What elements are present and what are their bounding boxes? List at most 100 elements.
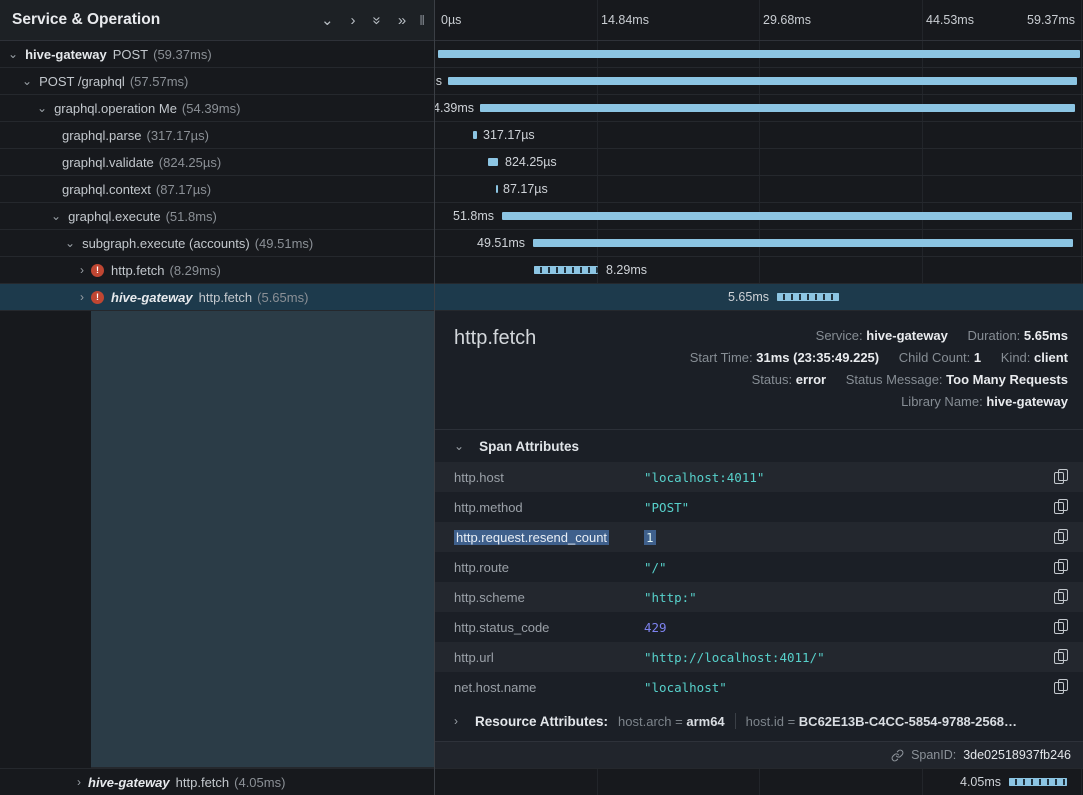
collapse-icon[interactable]: ⌄ — [321, 13, 334, 28]
attribute-key: http.scheme — [454, 590, 644, 605]
tree-row-graphql-validate[interactable]: graphql.validate (824.25µs) — [0, 149, 434, 176]
timeline-row[interactable]: 824.25µs — [435, 149, 1083, 176]
copy-icon[interactable] — [1054, 469, 1069, 485]
selected-span-expansion-area — [91, 311, 434, 768]
timeline-row[interactable]: 54.39ms — [435, 95, 1083, 122]
tree-row-hive-gateway-post[interactable]: ⌄ hive-gateway POST (59.37ms) — [0, 41, 434, 68]
tree-row-graphql-parse[interactable]: graphql.parse (317.17µs) — [0, 122, 434, 149]
span-bar[interactable] — [488, 158, 498, 166]
span-duration-label: 5.65ms — [728, 290, 769, 304]
copy-icon[interactable] — [1054, 589, 1069, 605]
attribute-row: http.route "/" — [435, 552, 1083, 582]
operation-name: graphql.context — [62, 182, 151, 197]
chevron-down-icon: ⌄ — [454, 439, 464, 453]
span-duration: (5.65ms) — [257, 290, 308, 305]
attribute-row: http.scheme "http:" — [435, 582, 1083, 612]
operation-name: subgraph.execute (accounts) — [82, 236, 250, 251]
timeline-row[interactable]: 87.17µs — [435, 176, 1083, 203]
tree-row-subgraph-execute[interactable]: ⌄ subgraph.execute (accounts) (49.51ms) — [0, 230, 434, 257]
attribute-value: "http://localhost:4011/" — [644, 650, 1044, 665]
chevron-down-icon[interactable]: ⌄ — [37, 101, 47, 115]
timeline-row[interactable]: 4.05ms — [435, 768, 1083, 795]
attribute-value: 1 — [644, 530, 1044, 545]
chevron-down-icon[interactable]: ⌄ — [65, 236, 75, 250]
resource-preview-2: host.id = BC62E13B-C4CC-5854-9788-2568… — [746, 714, 1017, 729]
meta-key: Kind: — [1001, 350, 1031, 365]
meta-key: Start Time: — [690, 350, 753, 365]
span-bar[interactable] — [438, 50, 1080, 58]
span-bar[interactable] — [448, 77, 1077, 85]
collapse-all-icon[interactable]: » — [398, 13, 406, 28]
operation-name: graphql.execute — [68, 209, 161, 224]
timeline-row[interactable]: 317.17µs — [435, 122, 1083, 149]
copy-icon[interactable] — [1054, 499, 1069, 515]
copy-icon[interactable] — [1054, 649, 1069, 665]
copy-icon[interactable] — [1054, 619, 1069, 635]
service-name: hive-gateway — [25, 47, 107, 62]
timeline-row[interactable]: 8.29ms — [435, 257, 1083, 284]
span-duration: (51.8ms) — [166, 209, 217, 224]
span-attributes-toggle[interactable]: ⌄ Span Attributes — [435, 429, 1083, 462]
attribute-value: "POST" — [644, 500, 1044, 515]
resource-preview-1: host.arch = arm64 — [618, 714, 725, 729]
copy-icon[interactable] — [1054, 679, 1069, 695]
tree-row-http-fetch-5ms-selected[interactable]: › ! hive-gateway http.fetch (5.65ms) — [0, 284, 434, 311]
meta-key: Service: — [816, 328, 863, 343]
ruler-tick: 29.68ms — [763, 13, 811, 27]
timeline-row[interactable]: 51.8ms — [435, 203, 1083, 230]
meta-value: hive-gateway — [986, 394, 1068, 409]
span-bar[interactable] — [533, 239, 1073, 247]
resource-value: arm64 — [686, 714, 724, 729]
meta-line: Status: error Status Message: Too Many R… — [690, 369, 1068, 391]
span-bar[interactable] — [480, 104, 1075, 112]
tree-row-http-fetch-4ms[interactable]: › hive-gateway http.fetch (4.05ms) — [0, 768, 434, 795]
detail-header: http.fetch Service: hive-gateway Duratio… — [435, 311, 1083, 429]
selected-text: 1 — [644, 530, 656, 545]
copy-icon[interactable] — [1054, 559, 1069, 575]
timeline-row-selected[interactable]: 5.65ms — [435, 284, 1083, 311]
span-bar[interactable] — [496, 185, 498, 193]
chevron-right-icon: › — [454, 714, 458, 728]
timeline-row[interactable]: 49.51ms — [435, 230, 1083, 257]
span-bar[interactable] — [473, 131, 477, 139]
tree-row-graphql-execute[interactable]: ⌄ graphql.execute (51.8ms) — [0, 203, 434, 230]
span-duration-label: 54.39ms — [435, 101, 474, 115]
span-bar-error[interactable] — [777, 293, 839, 301]
resource-attributes-toggle[interactable]: › Resource Attributes: host.arch = arm64… — [435, 702, 1083, 740]
timeline-row[interactable] — [435, 41, 1083, 68]
span-title: http.fetch — [454, 327, 536, 350]
meta-key: Child Count: — [899, 350, 971, 365]
span-id-value: 3de02518937fb246 — [963, 748, 1071, 762]
chevron-right-icon[interactable]: › — [80, 290, 84, 304]
tree-row-graphql-context[interactable]: graphql.context (87.17µs) — [0, 176, 434, 203]
chevron-right-icon[interactable]: › — [80, 263, 84, 277]
span-bar[interactable] — [502, 212, 1072, 220]
span-duration-label: 51.8ms — [453, 209, 494, 223]
copy-icon[interactable] — [1054, 529, 1069, 545]
chevron-down-icon[interactable]: ⌄ — [51, 209, 61, 223]
meta-line: Start Time: 31ms (23:35:49.225) Child Co… — [690, 347, 1068, 369]
resource-key: host.id = — [746, 714, 796, 729]
span-bar-error[interactable] — [534, 266, 598, 274]
tree-row-graphql-operation[interactable]: ⌄ graphql.operation Me (54.39ms) — [0, 95, 434, 122]
timeline-ruler: 0µs 14.84ms 29.68ms 44.53ms 59.37ms — [435, 0, 1083, 41]
expand-all-icon[interactable]: » — [369, 16, 384, 24]
attribute-value: "http:" — [644, 590, 1044, 605]
chevron-down-icon[interactable]: ⌄ — [22, 74, 32, 88]
attribute-value: 429 — [644, 620, 1044, 635]
link-icon[interactable] — [891, 749, 904, 762]
attribute-value: "localhost:4011" — [644, 470, 1044, 485]
tree-row-post-graphql[interactable]: ⌄ POST /graphql (57.57ms) — [0, 68, 434, 95]
separator — [735, 713, 736, 729]
detail-footer: SpanID: 3de02518937fb246 — [435, 741, 1083, 768]
chevron-right-icon[interactable]: › — [77, 775, 81, 789]
attribute-key: http.route — [454, 560, 644, 575]
expand-icon[interactable]: › — [351, 13, 356, 28]
chevron-down-icon[interactable]: ⌄ — [8, 47, 18, 61]
panel-resize-handle[interactable]: ‖ — [419, 12, 426, 28]
span-bar-error[interactable] — [1009, 778, 1067, 786]
tree-row-http-fetch-8ms[interactable]: › ! http.fetch (8.29ms) — [0, 257, 434, 284]
panel-divider[interactable] — [434, 0, 435, 795]
span-attributes-table: http.host "localhost:4011" http.method "… — [435, 462, 1083, 702]
timeline-row[interactable]: 57.57ms — [435, 68, 1083, 95]
